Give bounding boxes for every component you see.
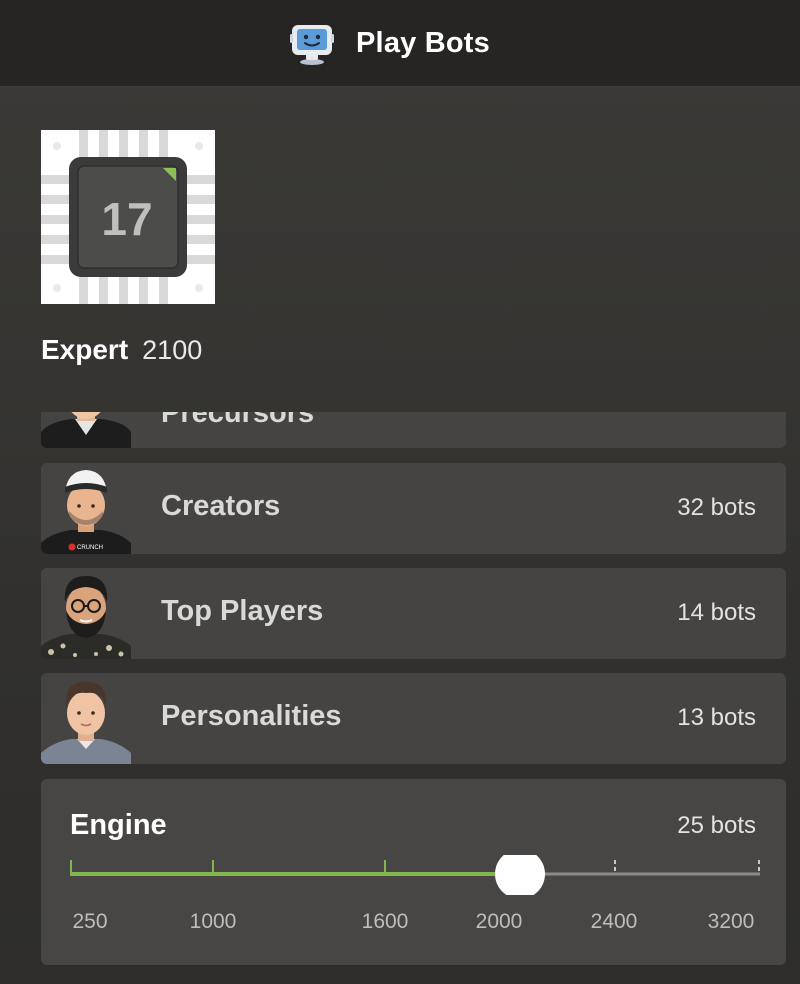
category-label: Precursors [161,412,315,429]
tick-label-2000[interactable]: 2000 [476,910,523,934]
tick-label-3200[interactable]: 3200 [708,910,755,934]
bottom-strip [0,966,800,984]
engine-card[interactable]: Engine 25 bots 250 1000 1600 2000 2400 3… [41,779,786,965]
robot-icon [290,25,335,65]
selected-level: Expert 2100 [41,334,202,374]
page-title: Play Bots [356,26,490,59]
tick-label-250[interactable]: 250 [72,910,107,934]
category-label: Creators [161,490,281,522]
engine-count: 25 bots [677,812,756,839]
category-card-creators[interactable]: CRUNCH Creators 32 bots [41,463,786,554]
category-card-personalities[interactable]: Personalities 13 bots [41,673,786,764]
engine-title: Engine [70,809,167,841]
level-rating: 2100 [142,335,203,365]
tick-label-2400[interactable]: 2400 [591,910,638,934]
slider-thumb[interactable] [495,855,545,895]
category-count: 32 bots [677,494,756,521]
avatar-creator-icon: CRUNCH [41,463,131,554]
chip-number: 17 [101,193,152,245]
category-card-precursors[interactable]: Precursors [41,412,786,448]
cpu-chip-icon: 17 [41,130,215,304]
avatar-man-icon [41,412,131,448]
selected-bot-avatar: 17 [41,130,215,304]
category-count: 14 bots [677,599,756,626]
tick-label-1600[interactable]: 1600 [362,910,409,934]
avatar-bearded-icon [41,568,131,659]
category-card-top-players[interactable]: Top Players 14 bots [41,568,786,659]
category-count: 13 bots [677,704,756,731]
category-list[interactable]: Precursors CRUNCH Creators 32 bots Top P… [0,412,800,972]
level-name: Expert [41,334,129,365]
svg-text:CRUNCH: CRUNCH [77,545,103,551]
category-label: Personalities [161,700,342,732]
engine-rating-slider[interactable] [70,855,760,895]
tick-label-1000[interactable]: 1000 [190,910,237,934]
category-label: Top Players [161,595,324,627]
avatar-personality-icon [41,673,131,764]
top-bar: Play Bots [0,0,800,86]
